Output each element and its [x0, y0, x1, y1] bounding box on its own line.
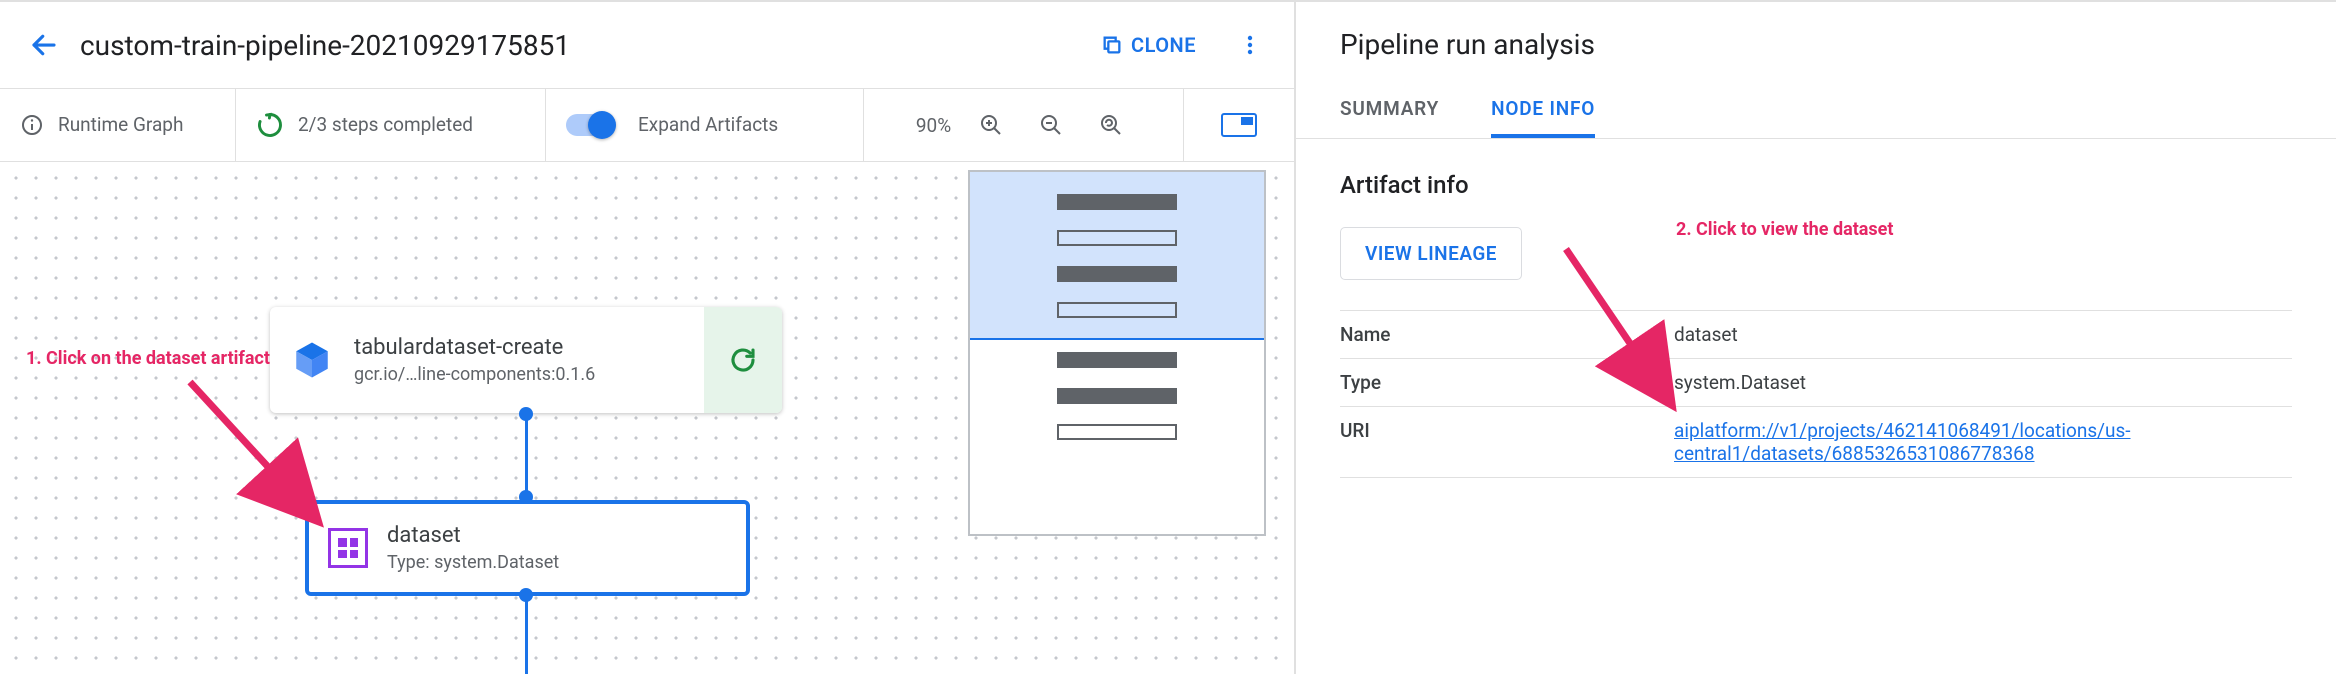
- zoom-value: 90%: [916, 114, 951, 137]
- edge-port: [519, 407, 533, 421]
- minimap-toggle-button[interactable]: [1221, 113, 1257, 137]
- arrow-left-icon: [29, 30, 59, 60]
- artifact-node-title: dataset: [387, 523, 746, 548]
- panel-title: Pipeline run analysis: [1340, 28, 2292, 61]
- info-label: URI: [1340, 419, 1674, 465]
- progress-icon: [256, 111, 284, 139]
- more-menu-button[interactable]: [1226, 21, 1274, 69]
- annotation-arrow-icon: [170, 362, 350, 542]
- clone-button[interactable]: CLONE: [1087, 23, 1210, 67]
- edge-port: [519, 490, 533, 504]
- clone-label: CLONE: [1131, 33, 1196, 57]
- pipeline-edge: [525, 413, 528, 500]
- pipeline-artifact-node[interactable]: dataset Type: system.Dataset: [305, 500, 750, 596]
- zoom-in-button[interactable]: [971, 105, 1011, 145]
- copy-icon: [1101, 34, 1123, 56]
- minimap[interactable]: [968, 170, 1266, 536]
- annotation-text: 2. Click to view the dataset: [1676, 219, 1894, 240]
- edge-port: [519, 588, 533, 602]
- expand-artifacts-toggle[interactable]: [566, 114, 614, 136]
- task-node-status: [704, 307, 782, 413]
- zoom-out-icon: [1039, 113, 1063, 137]
- annotation-arrow-icon: [1556, 239, 1796, 419]
- task-node-subtitle: gcr.io/…line-components:0.1.6: [354, 364, 704, 385]
- artifact-node-subtitle: Type: system.Dataset: [387, 552, 746, 573]
- zoom-out-button[interactable]: [1031, 105, 1071, 145]
- pipeline-canvas[interactable]: tabulardataset-create gcr.io/…line-compo…: [0, 162, 1294, 674]
- tab-node-info[interactable]: NODE INFO: [1491, 83, 1595, 138]
- info-row-type: Type system.Dataset: [1340, 359, 2292, 407]
- page-title: custom-train-pipeline-20210929175851: [80, 29, 1087, 62]
- back-button[interactable]: [20, 21, 68, 69]
- zoom-in-icon: [979, 113, 1003, 137]
- uri-link[interactable]: aiplatform://v1/projects/462141068491/lo…: [1674, 419, 2131, 465]
- tab-summary[interactable]: SUMMARY: [1340, 83, 1439, 138]
- view-lineage-button[interactable]: VIEW LINEAGE: [1340, 227, 1522, 280]
- section-title: Artifact info: [1340, 171, 2292, 199]
- info-row-uri: URI aiplatform://v1/projects/46214106849…: [1340, 407, 2292, 478]
- task-node-title: tabulardataset-create: [354, 335, 704, 360]
- runtime-graph-label: Runtime Graph: [58, 113, 183, 137]
- steps-completed-label: 2/3 steps completed: [298, 113, 473, 137]
- zoom-reset-button[interactable]: [1091, 105, 1131, 145]
- expand-artifacts-label: Expand Artifacts: [638, 113, 778, 137]
- info-icon: [20, 113, 44, 137]
- refresh-icon: [728, 345, 758, 375]
- info-row-name: Name dataset: [1340, 311, 2292, 359]
- pipeline-edge: [525, 596, 528, 674]
- zoom-reset-icon: [1099, 113, 1123, 137]
- more-vert-icon: [1238, 33, 1262, 57]
